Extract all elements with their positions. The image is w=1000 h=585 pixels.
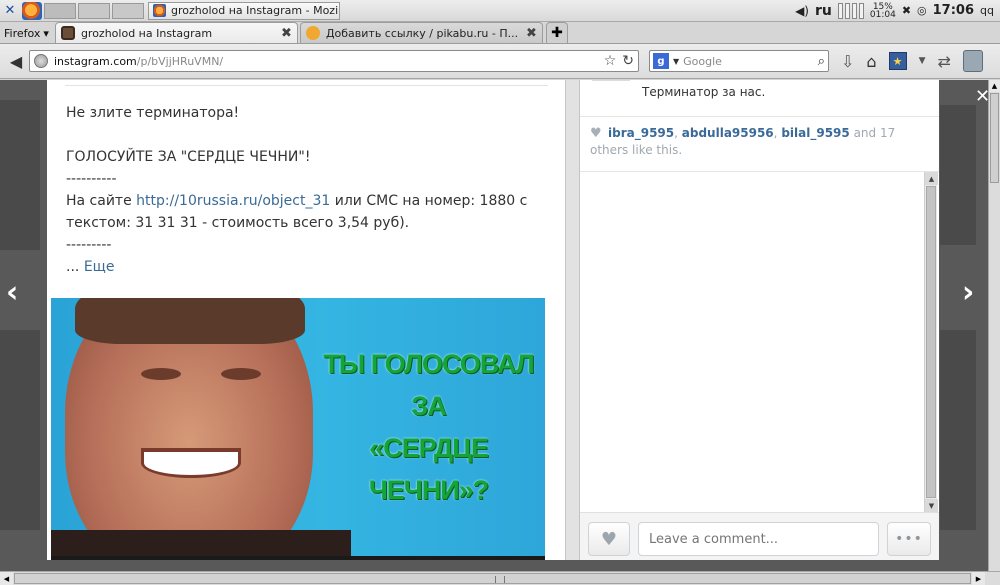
battery-indicator[interactable]: 15% 01:04 (869, 2, 896, 20)
tab-strip: Firefox ▾ grozholod на Instagram ✖ Добав… (0, 22, 1000, 44)
addon-icon[interactable] (962, 50, 983, 72)
scroll-down-icon[interactable]: ▼ (925, 499, 938, 512)
firefox-menu-label: Firefox (4, 26, 41, 40)
caption-divider: --------- (66, 237, 112, 253)
url-host: instagram.com (54, 54, 137, 68)
workspace-2[interactable] (78, 2, 110, 19)
comment-text: Терминатор за нас. (642, 85, 766, 99)
post-caption: Не злите терминатора! ГОЛОСУЙТЕ ЗА "СЕРД… (66, 102, 544, 278)
firefox-icon (153, 4, 166, 17)
show-more-link[interactable]: Еще (84, 259, 115, 275)
comment-bar: ♥ ••• (580, 512, 939, 560)
bookmark-star-icon[interactable]: ☆ (604, 53, 617, 69)
close-tab-icon[interactable]: ✖ (281, 26, 292, 41)
reload-icon[interactable]: ↻ (622, 53, 634, 69)
post-image[interactable]: ТЫ ГОЛОСОВАЛ ЗА «СЕРДЦЕ ЧЕЧНИ»? (51, 298, 545, 560)
comments-scrollbar[interactable]: ▲ ▼ (924, 172, 938, 512)
taskbar-window-title: grozholod на Instagram - Mozi... (171, 4, 340, 17)
scrollbar-thumb[interactable] (14, 573, 971, 584)
background-photo-tile (940, 105, 976, 245)
download-icon[interactable]: ⇩ (841, 52, 854, 71)
scrollbar-thumb[interactable] (926, 186, 936, 498)
liker-link[interactable]: abdulla95956 (682, 126, 774, 140)
chevron-down-icon[interactable]: ▼ (919, 56, 926, 66)
scrollbar-thumb[interactable] (990, 93, 999, 183)
home-icon[interactable]: ⌂ (866, 52, 876, 71)
bookmarks-icon[interactable]: ★ (888, 52, 907, 70)
like-button[interactable]: ♥ (588, 522, 630, 556)
heart-icon: ♥ (600, 528, 618, 550)
page-vertical-scrollbar[interactable]: ▲ (988, 80, 1000, 571)
liker-link[interactable]: bilal_9595 (781, 126, 849, 140)
update-icon[interactable]: ◎ (917, 4, 927, 17)
tab-label: Добавить ссылку / pikabu.ru - П... (325, 26, 519, 40)
caption-line: ГОЛОСУЙТЕ ЗА "СЕРДЦЕ ЧЕЧНИ"! (66, 149, 311, 165)
taskbar-window-button[interactable]: grozholod на Instagram - Mozi... (148, 1, 340, 20)
caption-divider: ---------- (66, 171, 117, 187)
next-post-arrow-icon[interactable]: › (962, 278, 974, 308)
url-bar[interactable]: instagram.com/p/bVjjHRuVMN/ ☆ ↻ (29, 50, 639, 72)
url-path: /p/bVjjHRuVMN/ (136, 54, 224, 68)
workspace-1[interactable] (44, 2, 76, 19)
tab-pikabu[interactable]: Добавить ссылку / pikabu.ru - П... ✖ (299, 22, 543, 43)
page-horizontal-scrollbar[interactable]: ◀ ▶ (0, 571, 1000, 585)
image-slogan: ТЫ ГОЛОСОВАЛ ЗА «СЕРДЦЕ ЧЕЧНИ»? (323, 349, 534, 505)
navigation-toolbar: ◀ instagram.com/p/bVjjHRuVMN/ ☆ ↻ g ▼ Go… (0, 44, 1000, 79)
firefox-launcher-icon[interactable] (22, 1, 42, 20)
chevron-down-icon: ▾ (43, 26, 49, 40)
user-label[interactable]: qq (980, 4, 994, 17)
search-input[interactable]: Google (683, 55, 814, 68)
previous-post-arrow-icon[interactable]: ‹ (6, 278, 18, 308)
app-menu-icon[interactable]: ✕ (0, 2, 20, 20)
comments-panel: Терминатор за нас. ♥ ibra_9595, abdulla95… (580, 80, 939, 560)
tab-instagram[interactable]: grozholod на Instagram ✖ (54, 22, 298, 43)
more-options-button[interactable]: ••• (887, 522, 931, 556)
search-icon[interactable]: ⌕ (818, 54, 825, 69)
caption-paragraph: На сайте http://10russia.ru/object_31 ил… (66, 193, 528, 231)
background-photo-tile (0, 100, 40, 250)
system-panel: ✕ grozholod на Instagram - Mozi... ◀) ru… (0, 0, 1000, 22)
instagram-favicon-icon (60, 26, 75, 40)
chevron-down-icon[interactable]: ▼ (673, 57, 679, 66)
sync-icon[interactable]: ⇄ (937, 52, 950, 71)
background-photo-tile (940, 330, 976, 530)
google-engine-icon[interactable]: g (653, 53, 669, 69)
close-tab-icon[interactable]: ✖ (526, 26, 537, 41)
background-photo-tile (0, 330, 40, 530)
tab-label: grozholod на Instagram (80, 26, 213, 40)
close-lightbox-icon[interactable]: ✕ (975, 86, 988, 107)
page-viewport: ‹ › ✕ Не злите терминатора! ГОЛОСУЙТЕ ЗА… (0, 80, 988, 571)
liker-link[interactable]: ibra_9595 (608, 126, 674, 140)
keyboard-layout-indicator[interactable]: ru (815, 3, 832, 19)
post-content: Не злите терминатора! ГОЛОСУЙТЕ ЗА "СЕРД… (47, 80, 565, 560)
scroll-up-icon[interactable]: ▲ (925, 172, 938, 185)
post-lightbox: Не злите терминатора! ГОЛОСУЙТЕ ЗА "СЕРД… (47, 80, 939, 560)
workspace-3[interactable] (112, 2, 144, 19)
likes-summary: ♥ ibra_9595, abdulla95956, bilal_9595 and… (590, 126, 896, 157)
scroll-left-icon[interactable]: ◀ (0, 572, 13, 585)
scroll-right-icon[interactable]: ▶ (972, 572, 985, 585)
caption-line: Не злите терминатора! (66, 105, 240, 121)
cpu-monitor (837, 2, 864, 19)
new-tab-button[interactable]: ✚ (545, 22, 568, 43)
caption-link[interactable]: http://10russia.ru/object_31 (136, 193, 330, 209)
panel-divider (565, 80, 580, 560)
pikabu-favicon-icon (305, 26, 320, 40)
firefox-menu-button[interactable]: Firefox ▾ (0, 23, 53, 43)
heart-icon: ♥ (590, 126, 602, 141)
volume-icon[interactable]: ◀) (795, 4, 809, 18)
site-identity-icon[interactable] (34, 54, 48, 68)
clock[interactable]: 17:06 (933, 3, 974, 18)
caption-more: ... Еще (66, 259, 115, 275)
network-icon[interactable]: ✖ (902, 4, 911, 17)
search-bar[interactable]: g ▼ Google ⌕ (649, 50, 829, 72)
back-arrow-icon[interactable]: ◀ (3, 48, 29, 74)
comment-input[interactable] (638, 522, 879, 556)
scroll-up-icon[interactable]: ▲ (989, 80, 1000, 92)
system-tray: ◀) ru 15% 01:04 ✖ ◎ 17:06 qq (795, 0, 1000, 22)
battery-time: 01:04 (869, 9, 896, 20)
